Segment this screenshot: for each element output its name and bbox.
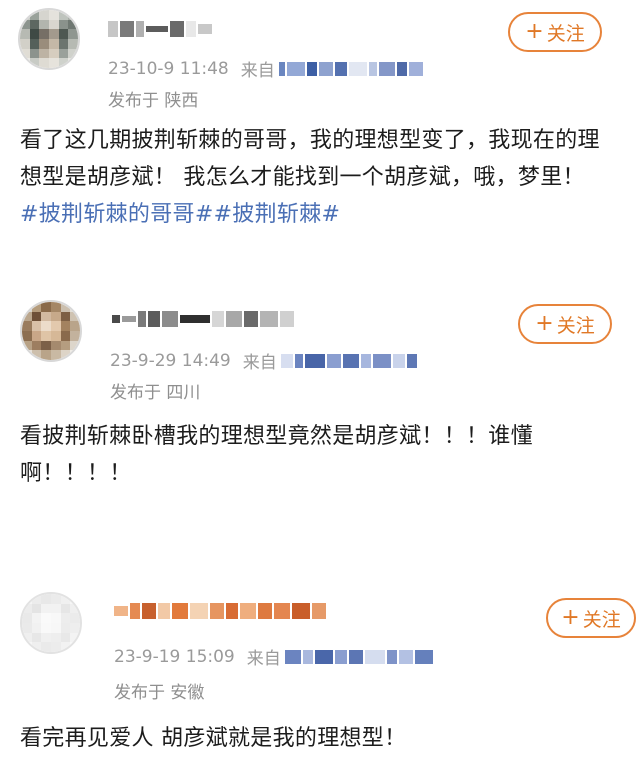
source-blurred[interactable] bbox=[280, 353, 419, 368]
follow-button[interactable]: + 关注 bbox=[518, 304, 612, 344]
post-time: 23-9-29 14:49 bbox=[110, 350, 231, 371]
post-body: 看了这几期披荆斩棘的哥哥，我的理想型变了，我现在的理想型是胡彦斌！ 我怎么才能找… bbox=[20, 122, 610, 233]
username-blurred[interactable] bbox=[112, 308, 296, 330]
source-blurred[interactable] bbox=[278, 61, 425, 76]
post-card: 23-9-19 15:09 来自 发布于 安徽 + 关注 看完再见爱人 胡彦斌就… bbox=[0, 580, 640, 758]
follow-label: 关注 bbox=[582, 608, 621, 631]
post-text: 看了这几期披荆斩棘的哥哥，我的理想型变了，我现在的理想型是胡彦斌！ 我怎么才能找… bbox=[20, 128, 600, 190]
post-location: 发布于 四川 bbox=[110, 383, 201, 403]
post-meta: 23-10-9 11:48 来自 bbox=[108, 56, 425, 81]
post-body: 看披荆斩棘卧槽我的理想型竟然是胡彦斌！！！谁懂啊！！！！ bbox=[20, 418, 620, 492]
source-label: 来自 bbox=[240, 61, 275, 81]
post-text: 看披荆斩棘卧槽我的理想型竟然是胡彦斌！！！谁懂啊！！！！ bbox=[20, 424, 533, 486]
source-label: 来自 bbox=[242, 353, 277, 373]
username-blurred[interactable] bbox=[108, 18, 214, 40]
plus-icon: + bbox=[561, 605, 580, 630]
follow-label: 关注 bbox=[556, 314, 595, 337]
plus-icon: + bbox=[535, 311, 554, 336]
source-label: 来自 bbox=[246, 649, 281, 669]
post-body: 看完再见爱人 胡彦斌就是我的理想型！ bbox=[20, 720, 620, 757]
post-card: 23-9-29 14:49 来自 发布于 四川 + 关注 看披荆斩棘卧槽我的理想… bbox=[0, 290, 640, 510]
follow-label: 关注 bbox=[546, 22, 585, 45]
plus-icon: + bbox=[525, 19, 544, 44]
follow-button[interactable]: + 关注 bbox=[546, 598, 636, 638]
avatar[interactable] bbox=[20, 300, 82, 362]
post-card: 23-10-9 11:48 来自 发布于 陕西 + 关注 看了这几期披荆斩棘的哥… bbox=[0, 0, 640, 260]
post-meta: 23-9-29 14:49 来自 bbox=[110, 348, 419, 373]
username-blurred[interactable] bbox=[114, 600, 328, 622]
post-location: 发布于 安徽 bbox=[114, 683, 205, 703]
post-meta: 23-9-19 15:09 来自 bbox=[114, 644, 435, 669]
avatar[interactable] bbox=[20, 592, 82, 654]
source-blurred[interactable] bbox=[284, 649, 435, 664]
post-time: 23-9-19 15:09 bbox=[114, 646, 235, 667]
post-text: 看完再见爱人 胡彦斌就是我的理想型！ bbox=[20, 726, 407, 751]
follow-button[interactable]: + 关注 bbox=[508, 12, 602, 52]
post-time: 23-10-9 11:48 bbox=[108, 58, 229, 79]
post-hashtags[interactable]: #披荆斩棘的哥哥##披荆斩棘# bbox=[20, 202, 340, 227]
avatar[interactable] bbox=[18, 8, 80, 70]
post-location: 发布于 陕西 bbox=[108, 91, 199, 111]
